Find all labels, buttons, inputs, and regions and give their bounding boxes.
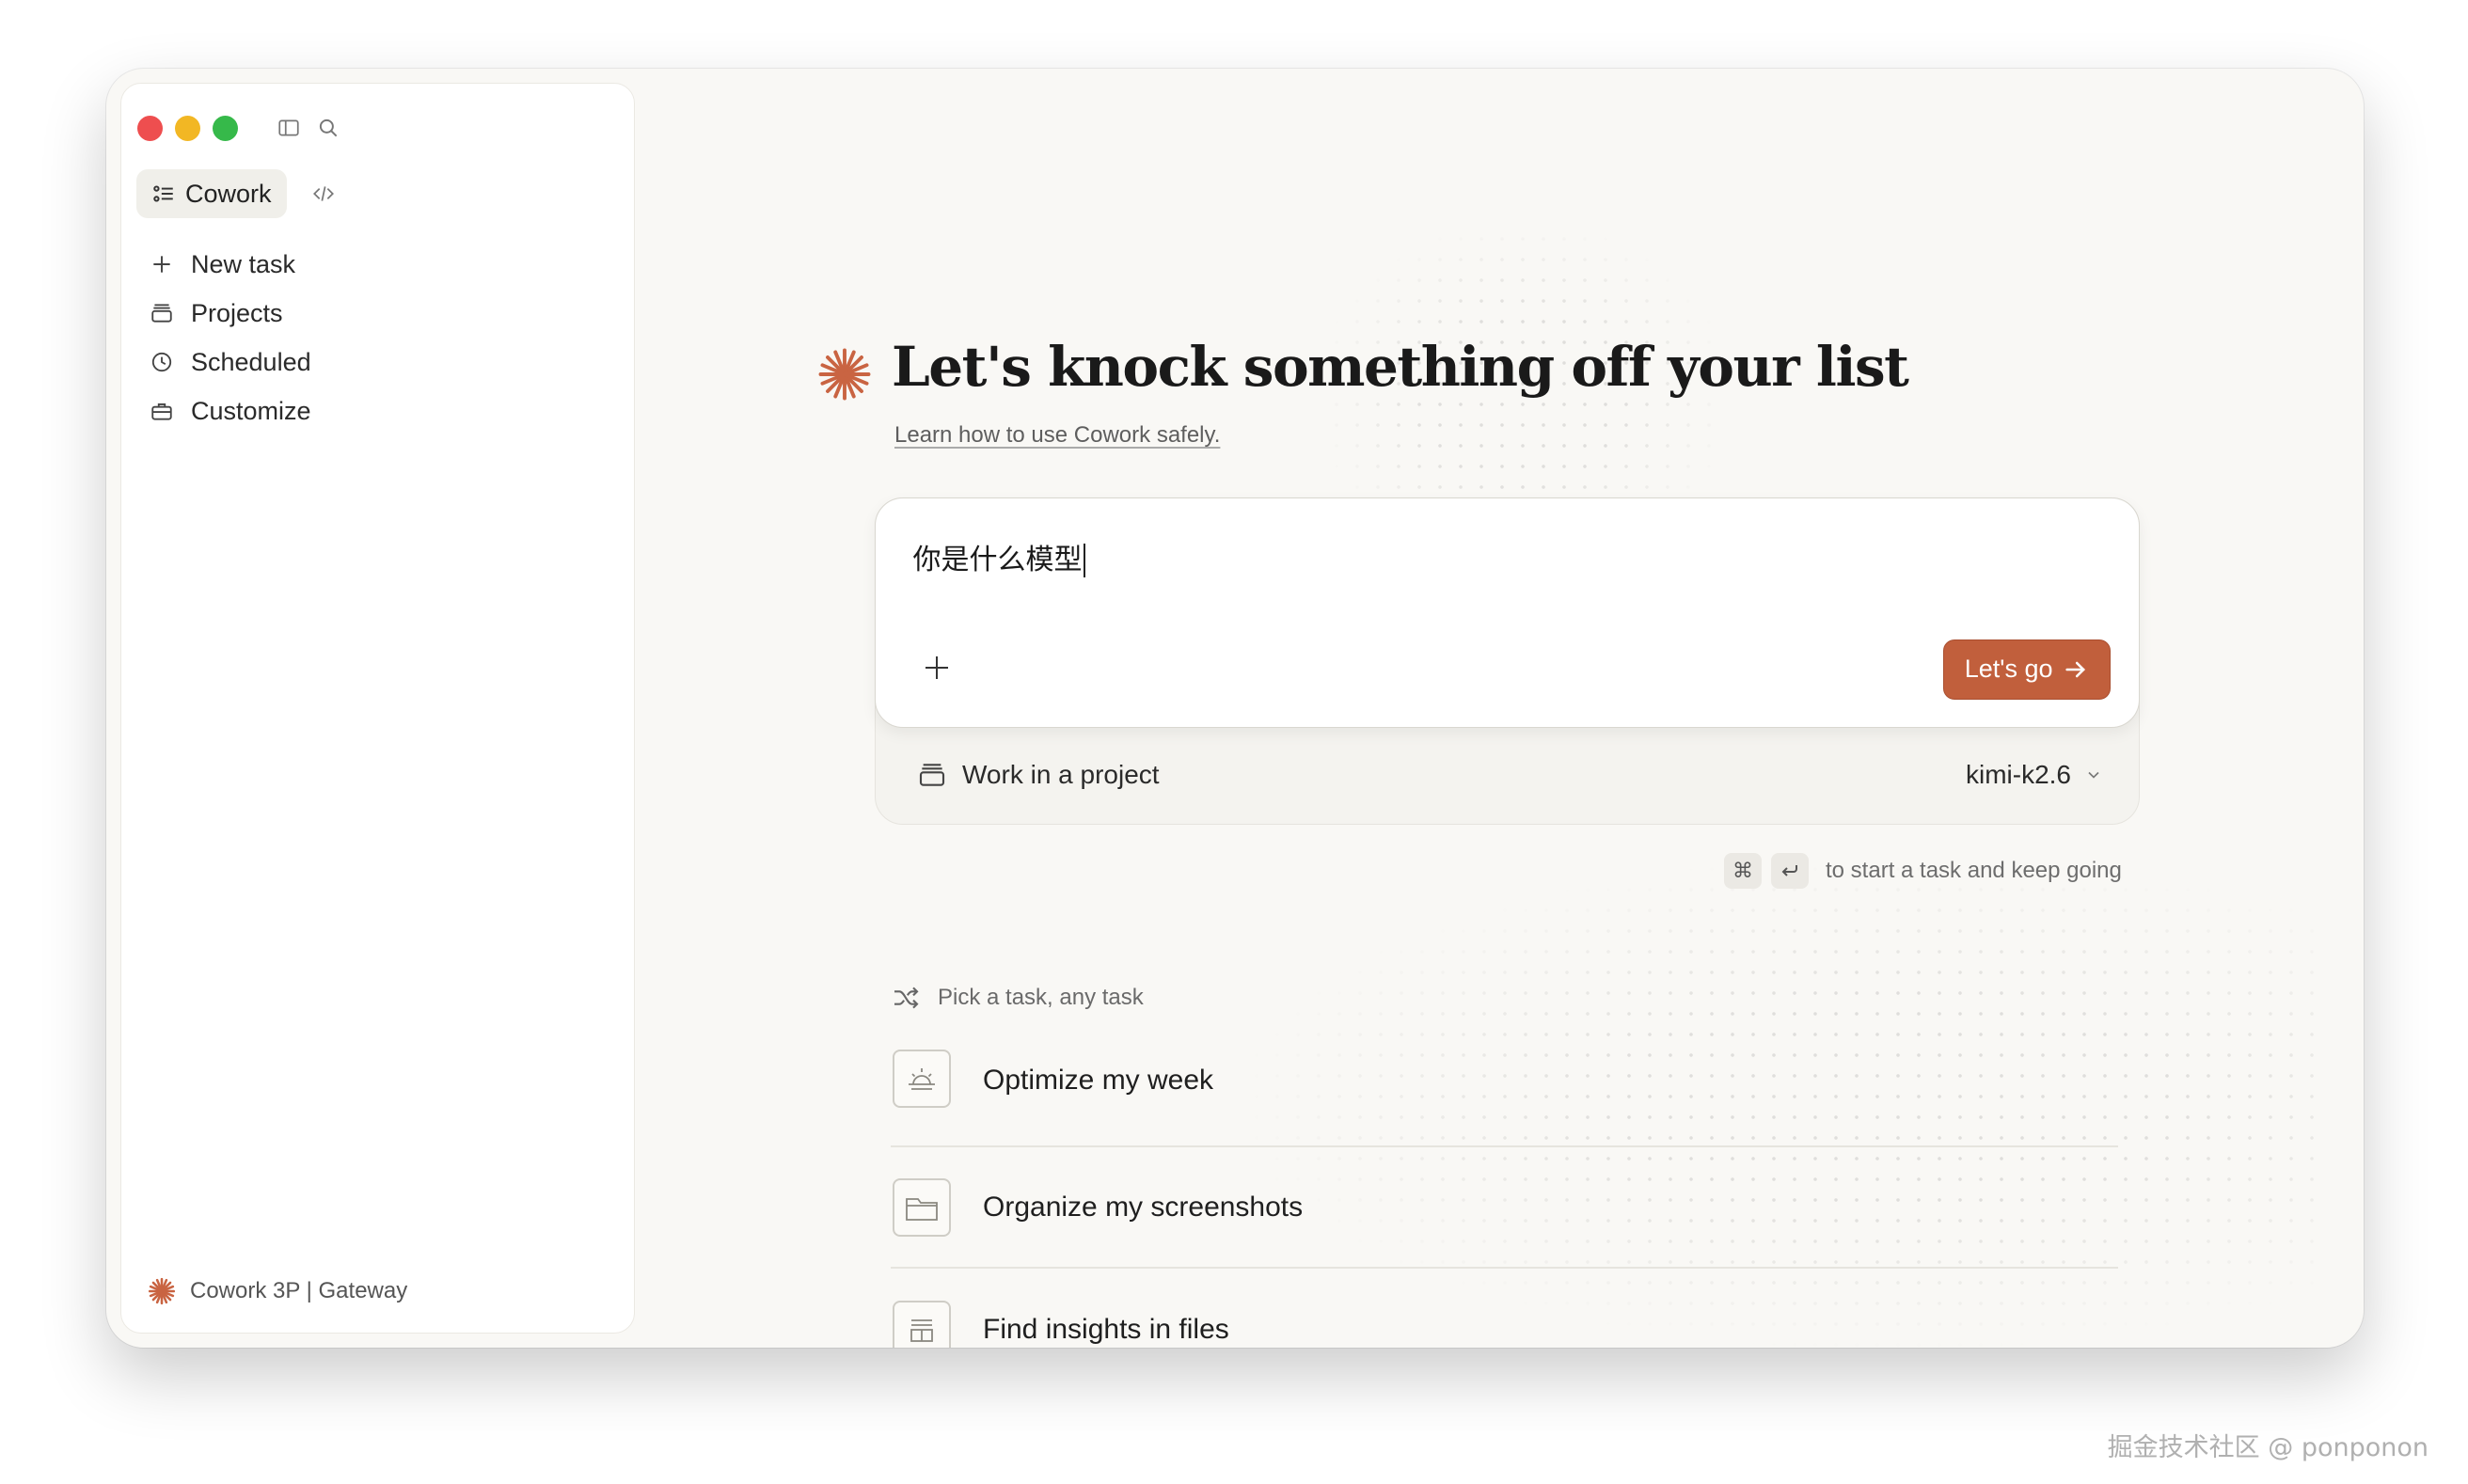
chevron-down-icon (2088, 771, 2099, 779)
folder-stack-icon (151, 304, 172, 323)
sidebar: Cowork New task Projects Scheduled Custo… (120, 83, 635, 1334)
document-icon (893, 1300, 951, 1348)
zoom-window-button[interactable] (213, 116, 238, 141)
sidebar-item-label: Scheduled (191, 347, 311, 376)
mode-cowork-button[interactable]: Cowork (136, 169, 287, 218)
workspace-switcher[interactable]: Cowork 3P | Gateway (147, 1276, 407, 1306)
return-key-icon (1771, 853, 1809, 889)
search-icon[interactable] (314, 114, 342, 142)
plus-icon (153, 256, 170, 273)
task-list-icon (153, 185, 173, 202)
suggestions-header[interactable]: Pick a task, any task (891, 983, 1144, 1013)
spark-logo-icon (148, 1277, 176, 1305)
folder-icon (893, 1177, 951, 1237)
sidebar-item-projects[interactable]: Projects (138, 289, 609, 338)
sidebar-item-label: Projects (191, 298, 283, 327)
sidebar-item-scheduled[interactable]: Scheduled (138, 338, 609, 387)
submit-button[interactable]: Let's go (1942, 639, 2111, 700)
folder-stack-icon (919, 764, 945, 786)
model-select[interactable]: kimi-k2.6 (1966, 760, 2103, 790)
briefcase-icon (151, 403, 172, 420)
shortcut-hint: ⌘ to start a task and keep going (1724, 853, 2122, 889)
work-in-project-button[interactable]: Work in a project (917, 760, 1160, 790)
clock-icon (151, 352, 172, 372)
task-label: Optimize my week (983, 1065, 1214, 1096)
task-suggestion-item[interactable]: Optimize my week (891, 1050, 2118, 1147)
plus-icon (925, 655, 948, 679)
project-label: Work in a project (962, 760, 1160, 789)
spark-logo-icon (818, 348, 871, 401)
safety-link[interactable]: Learn how to use Cowork safely. (894, 422, 1220, 449)
model-label: kimi-k2.6 (1965, 760, 2071, 789)
submit-label: Let's go (1964, 655, 2053, 683)
task-suggestion-list: Optimize my week Organize my screenshots… (891, 1050, 2118, 1348)
page-title: Let's knock something off your list (892, 335, 1909, 399)
task-label: Organize my screenshots (983, 1191, 1304, 1223)
task-label: Find insights in files (983, 1313, 1229, 1345)
text-caret (1083, 544, 1085, 577)
composer: 你是什么模型 Let's go (874, 497, 2140, 728)
shortcut-text: to start a task and keep going (1826, 858, 2122, 883)
sidebar-item-new-task[interactable]: New task (138, 240, 609, 289)
watermark: 掘金技术社区 @ ponponon (2107, 1433, 2428, 1462)
sidebar-item-label: New task (191, 249, 296, 278)
close-window-button[interactable] (137, 116, 163, 141)
shuffle-icon (894, 987, 919, 1009)
arrow-right-icon (2065, 661, 2085, 677)
app-window: Cowork New task Projects Scheduled Custo… (106, 69, 2364, 1348)
workspace-label: Cowork 3P | Gateway (190, 1278, 408, 1303)
prompt-input-value: 你是什么模型 (912, 543, 1083, 576)
minimize-window-button[interactable] (175, 116, 200, 141)
command-key: ⌘ (1724, 853, 1762, 889)
task-suggestion-item[interactable]: Find insights in files (891, 1269, 2118, 1348)
sidebar-item-customize[interactable]: Customize (138, 387, 609, 435)
prompt-input[interactable]: 你是什么模型 (912, 536, 1085, 577)
sidebar-item-label: Customize (191, 396, 311, 425)
mode-label: Cowork (185, 179, 272, 208)
task-suggestion-item[interactable]: Organize my screenshots (891, 1147, 2118, 1269)
code-mode-icon[interactable] (308, 178, 340, 210)
suggestions-header-label: Pick a task, any task (938, 985, 1144, 1010)
add-attachment-button[interactable] (918, 649, 956, 687)
sidebar-toggle-icon[interactable] (275, 114, 303, 142)
composer-panel: 你是什么模型 Let's go Work in a project kimi-k… (874, 497, 2140, 825)
main-area: Let's knock something off your list Lear… (635, 69, 2364, 1348)
sunrise-calendar-icon (893, 1050, 951, 1108)
sidebar-nav: New task Projects Scheduled Customize (138, 240, 609, 435)
